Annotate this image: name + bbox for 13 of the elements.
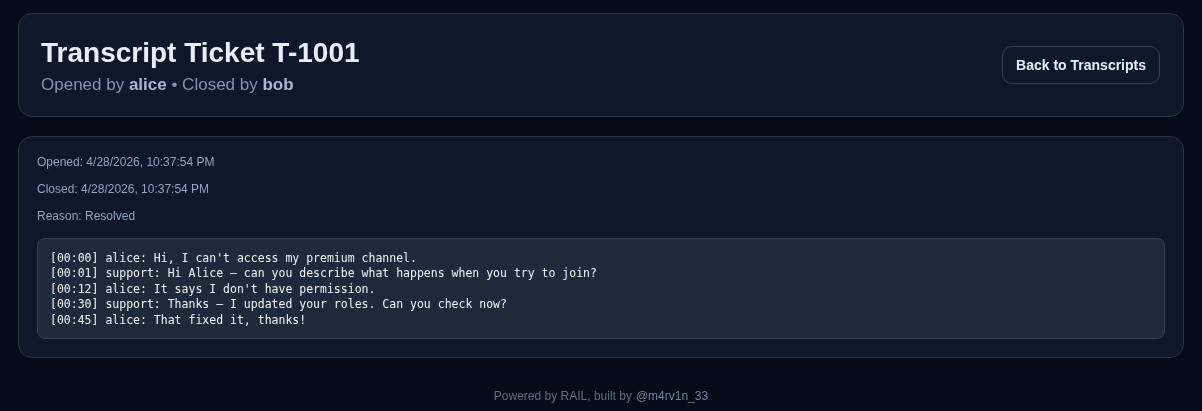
author-link[interactable]: @m4rv1n_33 <box>635 389 709 404</box>
transcript-line: [00:00] alice: Hi, I can't access my premium channel. <box>50 250 418 267</box>
detail-text: Opened: 4/28/2026, 10:37:54 PM <box>37 153 216 171</box>
footer-text: Powered by RAIL, built by <box>493 389 632 404</box>
transcript-line: [00:01] support: Hi Alice — can you describe what happens when you try to join? <box>50 266 598 282</box>
page-title: Transcript Ticket T-1001 <box>41 36 360 70</box>
detail-text: Closed: 4/28/2026, 10:37:54 PM <box>37 180 211 198</box>
back-button[interactable]: Back to Transcripts <box>1002 46 1160 85</box>
transcript-line: [00:45] alice: That fixed it, thanks! <box>50 312 308 329</box>
transcript-line: [00:30] support: Thanks — I updated your roles. Can you check now? <box>50 297 508 313</box>
detail-text: Reason: Resolved <box>37 207 137 225</box>
transcript-line: [00:12] alice: It says I don't have permission. <box>50 281 377 298</box>
ticket-subtitle: Opened by alice • Closed by bob <box>41 74 295 95</box>
